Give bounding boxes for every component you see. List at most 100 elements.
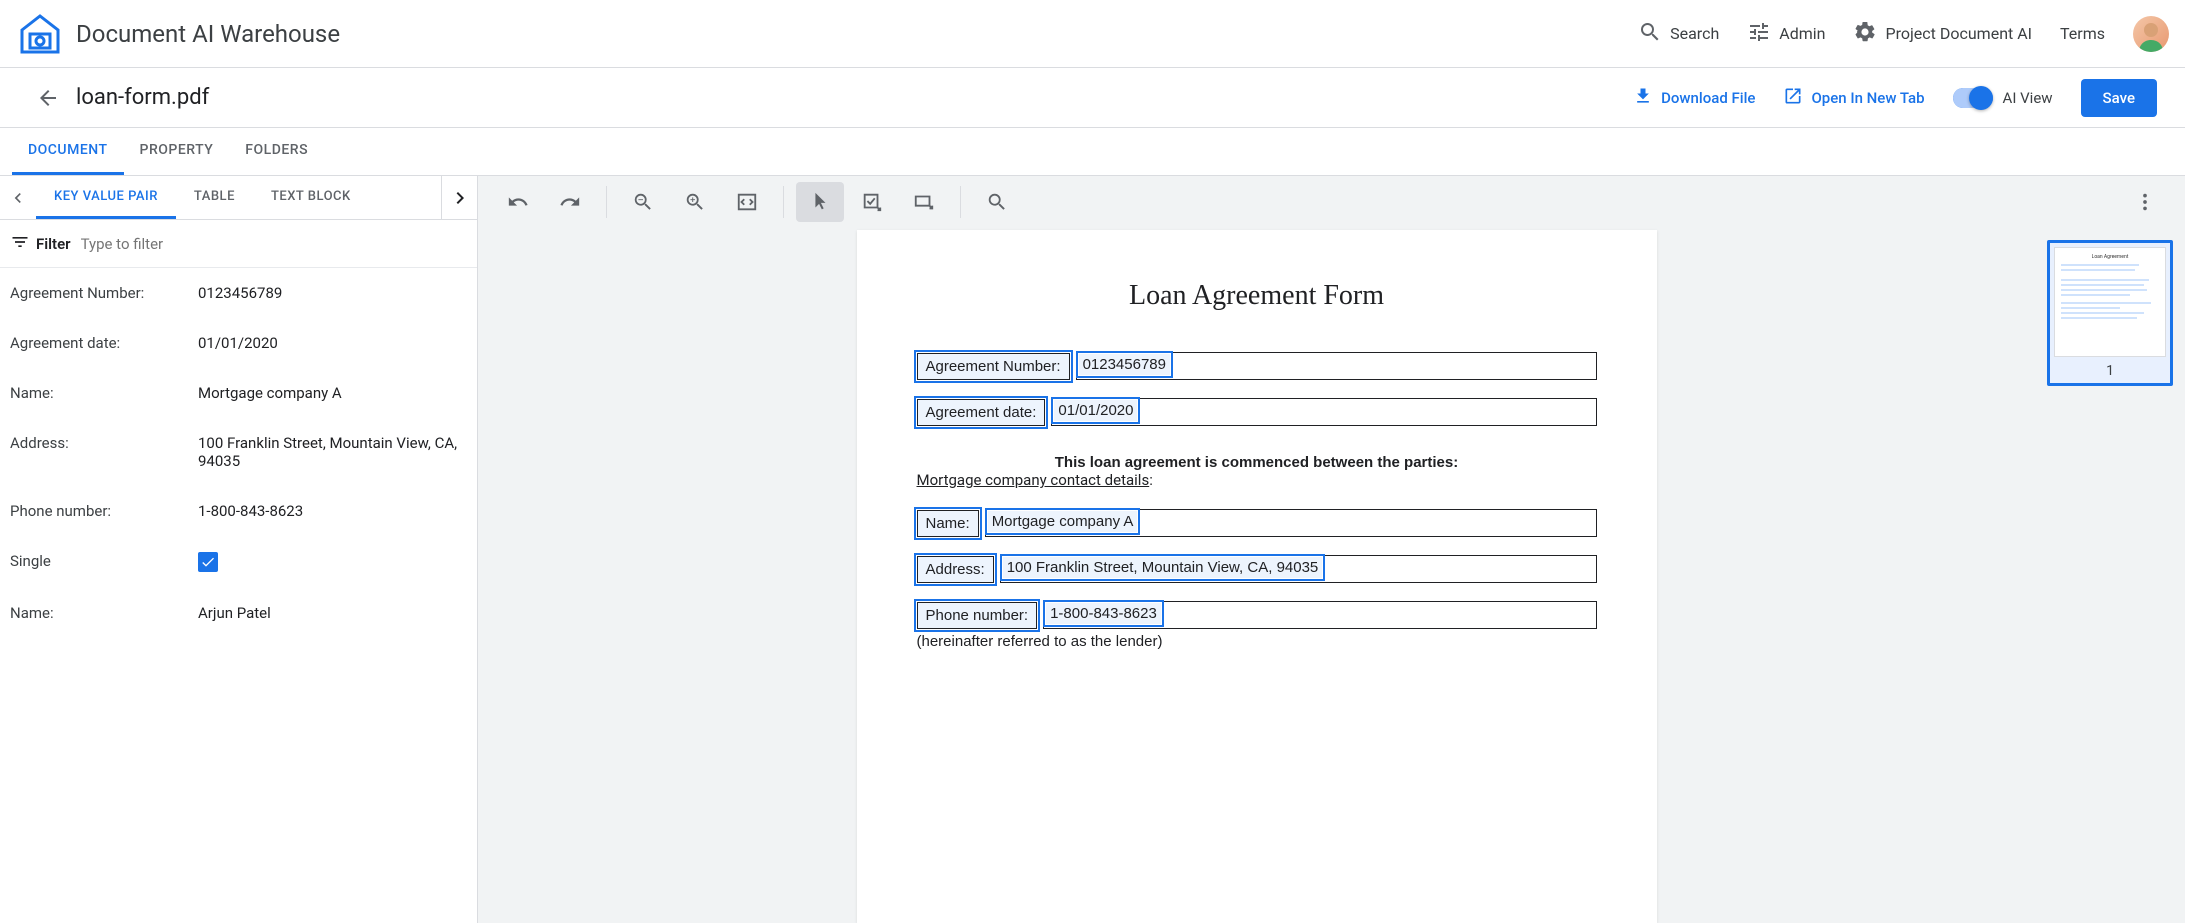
more-menu-button[interactable] <box>2121 182 2169 222</box>
subtab-next[interactable] <box>441 176 477 219</box>
document-page[interactable]: Loan Agreement Form Agreement Number: 01… <box>857 230 1657 923</box>
hereinafter-text: (hereinafter referred to as the lender) <box>917 633 1597 650</box>
kv-row[interactable]: Name:Mortgage company A <box>0 368 477 418</box>
field-value[interactable]: 01/01/2020 <box>1054 400 1137 421</box>
filter-row: Filter <box>0 220 477 268</box>
page-heading: Loan Agreement Form <box>917 280 1597 312</box>
open-new-tab-button[interactable]: Open In New Tab <box>1783 86 1924 110</box>
open-new-tab-icon <box>1783 86 1803 110</box>
kv-key: Phone number: <box>10 502 198 520</box>
tab-folders[interactable]: FOLDERS <box>229 128 324 175</box>
download-button[interactable]: Download File <box>1633 86 1755 110</box>
field-label[interactable]: Address: <box>917 556 994 583</box>
admin-label: Admin <box>1779 24 1825 43</box>
download-icon <box>1633 86 1653 110</box>
kv-row[interactable]: Agreement Number:0123456789 <box>0 268 477 318</box>
subtab-text-block[interactable]: TEXT BLOCK <box>253 176 369 219</box>
warehouse-icon <box>16 10 64 58</box>
app-title: Document AI Warehouse <box>76 20 340 48</box>
search-label: Search <box>1670 24 1719 43</box>
filter-icon <box>10 232 30 256</box>
kv-key: Name: <box>10 384 198 402</box>
kv-key: Agreement Number: <box>10 284 198 302</box>
field-value[interactable]: Mortgage company A <box>988 511 1138 532</box>
rect-tool-button[interactable] <box>900 182 948 222</box>
field-value[interactable]: 1-800-843-8623 <box>1046 603 1161 624</box>
contact-heading: Mortgage company contact details <box>917 471 1150 489</box>
zoom-in-button[interactable] <box>671 182 719 222</box>
search-button[interactable]: Search <box>1638 20 1719 48</box>
terms-label: Terms <box>2060 24 2105 43</box>
field-value[interactable]: 0123456789 <box>1079 354 1170 375</box>
subtabs: KEY VALUE PAIR TABLE TEXT BLOCK <box>0 176 477 220</box>
kv-list: Agreement Number:0123456789Agreement dat… <box>0 268 477 923</box>
terms-link[interactable]: Terms <box>2060 24 2105 43</box>
kv-row[interactable]: Address:100 Franklin Street, Mountain Vi… <box>0 418 477 486</box>
kv-key: Name: <box>10 604 198 622</box>
field-label[interactable]: Phone number: <box>917 602 1038 629</box>
document-title: loan-form.pdf <box>76 85 209 110</box>
field-line: 01/01/2020 <box>1051 398 1596 426</box>
subtab-prev[interactable] <box>0 176 36 219</box>
kv-row[interactable]: Name:Arjun Patel <box>0 588 477 638</box>
subtab-key-value-pair[interactable]: KEY VALUE PAIR <box>36 176 176 219</box>
code-view-button[interactable] <box>723 182 771 222</box>
kv-key: Agreement date: <box>10 334 198 352</box>
kv-row[interactable]: Agreement date:01/01/2020 <box>0 318 477 368</box>
undo-button[interactable] <box>494 182 542 222</box>
kv-value: 1-800-843-8623 <box>198 502 467 520</box>
kv-value: Mortgage company A <box>198 384 467 402</box>
field-label[interactable]: Agreement Number: <box>917 353 1070 380</box>
field-line: 0123456789 <box>1076 352 1597 380</box>
kv-value: 100 Franklin Street, Mountain View, CA, … <box>198 434 467 470</box>
tab-document[interactable]: DOCUMENT <box>12 128 124 175</box>
app-logo[interactable]: Document AI Warehouse <box>16 10 340 58</box>
download-label: Download File <box>1661 89 1755 107</box>
search-icon <box>1638 20 1662 48</box>
save-button[interactable]: Save <box>2081 79 2157 117</box>
field-line: Mortgage company A <box>985 509 1597 537</box>
project-button[interactable]: Project Document AI <box>1853 20 2032 48</box>
thumbnail-panel: Loan Agreement 1 <box>2035 228 2185 923</box>
subtab-table[interactable]: TABLE <box>176 176 253 219</box>
back-button[interactable] <box>28 78 68 118</box>
kv-value: 01/01/2020 <box>198 334 467 352</box>
filter-input[interactable] <box>81 235 467 253</box>
field-line: 100 Franklin Street, Mountain View, CA, … <box>1000 555 1597 583</box>
document-bar: loan-form.pdf Download File Open In New … <box>0 68 2185 128</box>
field-value[interactable]: 100 Franklin Street, Mountain View, CA, … <box>1003 557 1323 578</box>
field-label[interactable]: Agreement date: <box>917 399 1046 426</box>
top-bar: Document AI Warehouse Search Admin Proje… <box>0 0 2185 68</box>
kv-row[interactable]: Phone number:1-800-843-8623 <box>0 486 477 536</box>
gear-icon <box>1853 20 1877 48</box>
checkbox-checked-icon <box>198 552 218 572</box>
user-avatar[interactable] <box>2133 16 2169 52</box>
document-viewer: Loan Agreement Form Agreement Number: 01… <box>478 176 2185 923</box>
checkbox-tool-button[interactable] <box>848 182 896 222</box>
select-tool-button[interactable] <box>796 182 844 222</box>
project-label: Project Document AI <box>1885 24 2032 43</box>
tune-icon <box>1747 20 1771 48</box>
redo-button[interactable] <box>546 182 594 222</box>
viewer-toolbar <box>478 176 2185 228</box>
kv-value <box>198 552 467 572</box>
tab-property[interactable]: PROPERTY <box>124 128 230 175</box>
kv-row[interactable]: Single <box>0 536 477 588</box>
thumbnail-page-1[interactable]: Loan Agreement 1 <box>2047 240 2173 386</box>
parties-line: This loan agreement is commenced between… <box>917 454 1597 471</box>
kv-key: Single <box>10 552 198 572</box>
ai-view-label: AI View <box>2003 89 2053 107</box>
thumbnail-page-number: 1 <box>2054 363 2166 379</box>
open-new-tab-label: Open In New Tab <box>1811 89 1924 107</box>
sidebar: KEY VALUE PAIR TABLE TEXT BLOCK Filter A… <box>0 176 478 923</box>
field-label[interactable]: Name: <box>917 510 979 537</box>
field-line: 1-800-843-8623 <box>1043 601 1596 629</box>
zoom-out-button[interactable] <box>619 182 667 222</box>
filter-label: Filter <box>36 235 71 253</box>
admin-button[interactable]: Admin <box>1747 20 1825 48</box>
primary-tabs: DOCUMENT PROPERTY FOLDERS <box>0 128 2185 176</box>
ai-view-toggle[interactable] <box>1953 88 1993 108</box>
kv-key: Address: <box>10 434 198 470</box>
kv-value: Arjun Patel <box>198 604 467 622</box>
search-tool-button[interactable] <box>973 182 1021 222</box>
